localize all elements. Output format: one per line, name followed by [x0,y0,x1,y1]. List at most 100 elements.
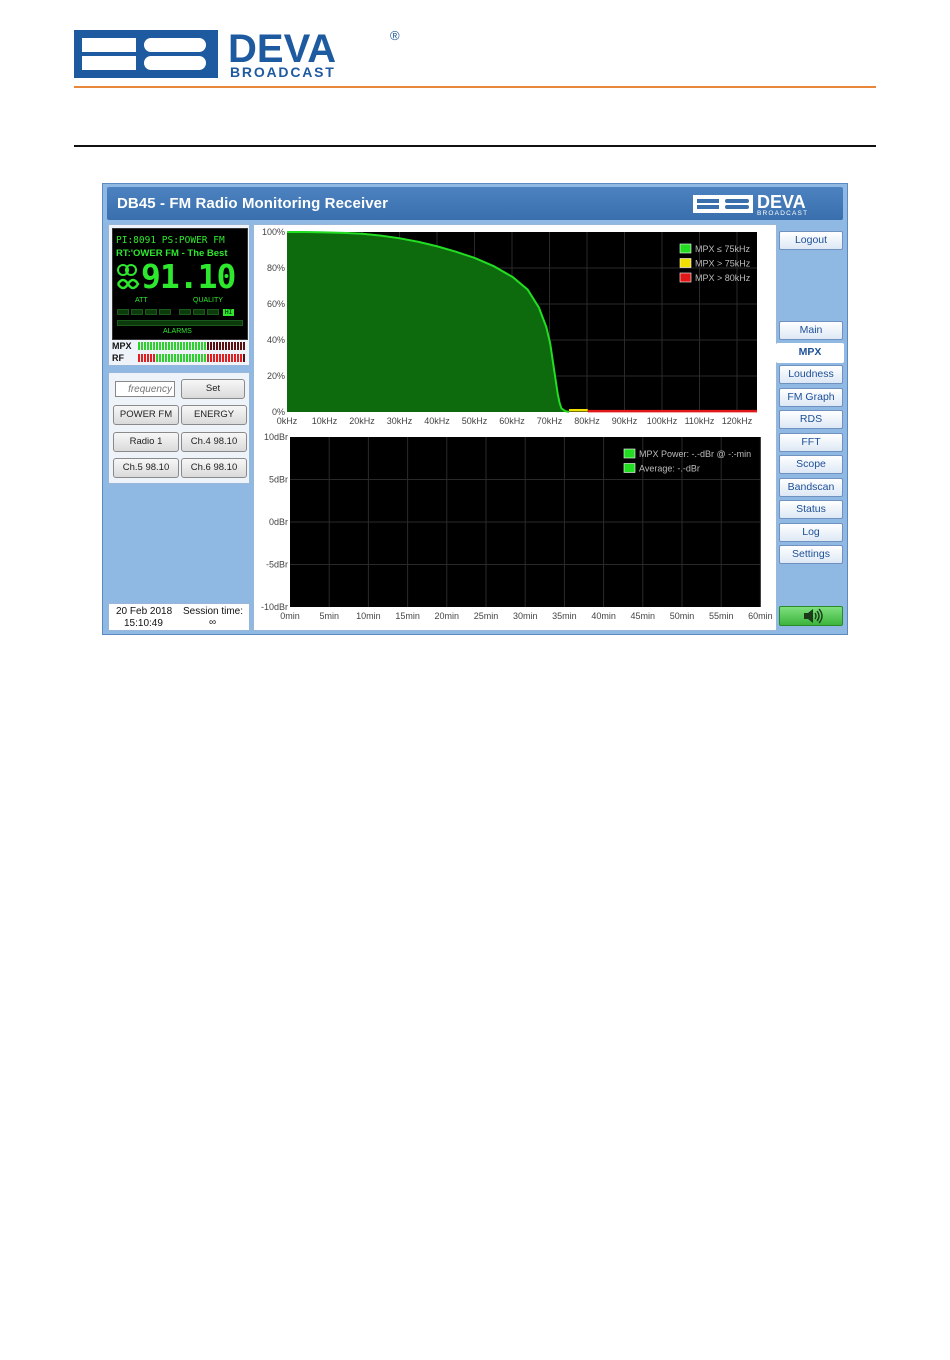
registered-mark: ® [390,28,400,43]
x-tick-label: 110kHz [685,416,715,426]
mpx-meter-segment [204,342,206,350]
y-tick-label: 20% [267,371,285,381]
rf-meter-segment [210,354,212,362]
mpx-meter-segment [141,342,143,350]
current-date: 20 Feb 2018 [116,606,173,617]
rf-meter-segment [216,354,218,362]
x-tick-label: 55min [709,611,734,621]
mpx-meter-segment [210,342,212,350]
rf-meter-segment [150,354,152,362]
x-tick-label: 100kHz [647,416,678,426]
rf-meter-segment [228,354,230,362]
frequency-input[interactable] [115,381,175,397]
preset-button-2[interactable]: ENERGY [181,405,247,425]
legend-swatch [623,448,636,459]
app-title: DB45 - FM Radio Monitoring Receiver [117,195,389,212]
mpx-meter-segment [234,342,236,350]
rf-meter-segment [204,354,206,362]
nav-fm-graph[interactable]: FM Graph [779,388,843,407]
rf-meter-segment [222,354,224,362]
mpx-meter-segment [189,342,191,350]
mpx-meter-segment [174,342,176,350]
nav-mpx[interactable]: MPX [776,343,844,363]
rf-level-meter [138,354,245,362]
x-tick-label: 0kHz [277,416,298,426]
nav-settings[interactable]: Settings [779,545,843,564]
y-tick-label: 5dBr [269,475,288,485]
nav-fft[interactable]: FFT [779,433,843,452]
mpx-meter-segment [207,342,209,350]
svg-text:BROADCAST: BROADCAST [757,210,808,216]
rf-meter-segment [162,354,164,362]
nav-bandscan[interactable]: Bandscan [779,478,843,497]
y-tick-label: 10dBr [264,432,288,442]
x-tick-label: 40min [591,611,616,621]
rf-meter-segment [201,354,203,362]
session-time-value: ∞ [209,617,217,628]
nav-main[interactable]: Main [779,321,843,340]
rf-meter-segment [177,354,179,362]
mpx-meter-segment [171,342,173,350]
set-frequency-button[interactable]: Set [181,379,245,399]
x-tick-label: 30min [513,611,538,621]
rf-meter-segment [186,354,188,362]
x-tick-label: 60min [748,611,773,621]
audio-toggle-button[interactable] [779,606,843,626]
y-tick-label: -10dBr [261,602,288,612]
nav-log[interactable]: Log [779,523,843,542]
titlebar-logo: DEVA BROADCAST [693,192,808,216]
x-tick-label: 0min [280,611,300,621]
x-tick-label: 45min [631,611,656,621]
preset-button-5[interactable]: Ch.5 98.10 [113,458,179,478]
lcd-quality-hi: HI [223,309,235,316]
x-tick-label: 60kHz [499,416,525,426]
rf-meter-segment [192,354,194,362]
rf-meter-segment [225,354,227,362]
legend-swatch [679,243,692,254]
rf-meter-segment [147,354,149,362]
svg-text:DEVA: DEVA [757,192,806,212]
lcd-display: PI:8091 PS:POWER FM RT:'OWER FM - The Be… [112,228,248,340]
mpx-meter-segment [231,342,233,350]
mpx-meter-segment [186,342,188,350]
mpx-graphs-panel: 0kHz 10kHz 20kHz 30kHz 40kHz 50kHz 60kHz 70kHz 8… [253,224,777,631]
app-window: DB45 - FM Radio Monitoring Receiver DEVA… [102,183,848,635]
rf-meter-segment [174,354,176,362]
mpx-meter-label: MPX [112,341,132,351]
rf-meter-segment [198,354,200,362]
clock-panel: 20 Feb 2018 Session time: 15:10:49 ∞ [108,603,250,631]
mpx-meter-segment [156,342,158,350]
y-tick-label: 100% [262,227,285,237]
nav-status[interactable]: Status [779,500,843,519]
mpx-meter-segment [228,342,230,350]
preset-button-3[interactable]: Radio 1 [113,432,179,452]
mpx-charts: 0kHz 10kHz 20kHz 30kHz 40kHz 50kHz 60kHz 70kHz 8… [261,227,773,621]
mpx-meter-segment [159,342,161,350]
preset-button-4[interactable]: Ch.4 98.10 [181,432,247,452]
rf-meter-segment [231,354,233,362]
y-tick-label: 80% [267,263,285,273]
legend-label: MPX ≤ 75kHz [695,244,750,254]
mpx-meter-segment [183,342,185,350]
preset-button-6[interactable]: Ch.6 98.10 [181,458,247,478]
mpx-meter-segment [240,342,242,350]
legend-swatch [623,463,636,473]
logout-button[interactable]: Logout [779,231,843,250]
rf-meter-segment [213,354,215,362]
rf-meter-segment [240,354,242,362]
nav-loudness[interactable]: Loudness [779,365,843,384]
mpx-meter-segment [243,342,245,350]
tuning-controls: Set POWER FM ENERGY Radio 1 Ch.4 98.10 C… [108,372,250,484]
nav-rds[interactable]: RDS [779,410,843,429]
y-tick-label: 0dBr [269,517,288,527]
preset-button-1[interactable]: POWER FM [113,405,179,425]
mpx-meter-segment [195,342,197,350]
legend-swatch [679,258,692,268]
mpx-meter-segment [198,342,200,350]
mpx-meter-segment [192,342,194,350]
mpx-meter-segment [147,342,149,350]
x-tick-label: 80kHz [574,416,600,426]
nav-scope[interactable]: Scope [779,455,843,474]
rf-meter-segment [189,354,191,362]
session-time-label: Session time: [183,606,244,617]
